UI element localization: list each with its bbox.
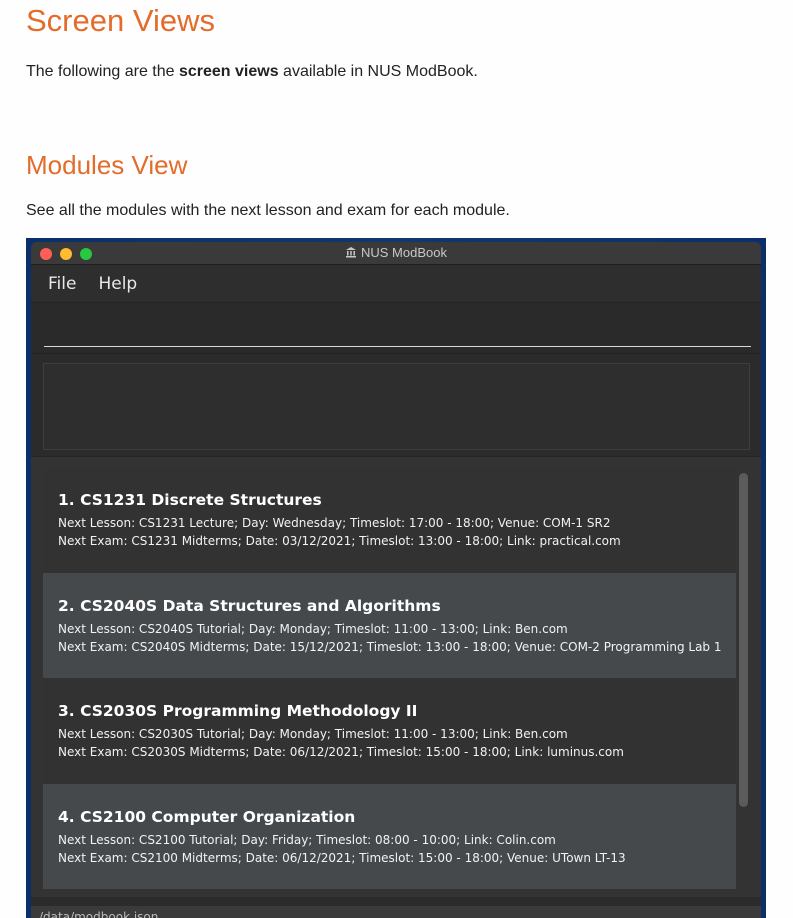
menu-help[interactable]: Help <box>95 272 140 296</box>
module-title: 3. CS2030S Programming Methodology II <box>58 702 418 720</box>
module-card[interactable]: 3. CS2030S Programming Methodology II Ne… <box>43 678 736 784</box>
app-window: NUS ModBook File Help 1. CS1231 Discrete… <box>31 242 761 918</box>
module-card[interactable]: 1. CS1231 Discrete Structures Next Lesso… <box>43 467 736 573</box>
module-card[interactable]: 2. CS2040S Data Structures and Algorithm… <box>43 572 736 678</box>
next-lesson: Next Lesson: CS2100 Tutorial; Day: Frida… <box>58 832 556 847</box>
module-list-panel: 1. CS1231 Discrete Structures Next Lesso… <box>31 456 761 897</box>
section-description: See all the modules with the next lesson… <box>26 202 510 219</box>
status-bar: /data/modbook.json <box>31 906 761 918</box>
next-lesson: Next Lesson: CS2040S Tutorial; Day: Mond… <box>58 621 568 636</box>
intro-text: The following are the screen views avail… <box>26 63 478 80</box>
command-box <box>31 303 761 354</box>
page-title: Screen Views <box>26 3 215 38</box>
command-input[interactable] <box>44 313 751 347</box>
bank-icon <box>345 246 357 261</box>
next-exam: Next Exam: CS1231 Midterms; Date: 03/12/… <box>58 534 621 548</box>
result-display <box>43 363 750 450</box>
module-list: 1. CS1231 Discrete Structures Next Lesso… <box>43 467 736 889</box>
module-title: 1. CS1231 Discrete Structures <box>58 491 322 509</box>
section-title: Modules View <box>26 150 188 180</box>
next-exam: Next Exam: CS2030S Midterms; Date: 06/12… <box>58 745 624 759</box>
menu-bar: File Help <box>31 265 761 303</box>
title-bar: NUS ModBook <box>31 242 761 265</box>
module-card[interactable]: 4. CS2100 Computer Organization Next Les… <box>43 783 736 889</box>
next-lesson: Next Lesson: CS2030S Tutorial; Day: Mond… <box>58 727 568 741</box>
window-title: NUS ModBook <box>361 245 447 260</box>
module-title: 4. CS2100 Computer Organization <box>58 807 356 826</box>
module-title: 2. CS2040S Data Structures and Algorithm… <box>58 596 441 615</box>
next-lesson: Next Lesson: CS1231 Lecture; Day: Wednes… <box>58 516 611 530</box>
next-exam: Next Exam: CS2040S Midterms; Date: 15/12… <box>58 639 722 654</box>
menu-file[interactable]: File <box>45 272 79 296</box>
list-scrollbar[interactable] <box>739 473 748 807</box>
screenshot-frame: NUS ModBook File Help 1. CS1231 Discrete… <box>26 238 766 918</box>
next-exam: Next Exam: CS2100 Midterms; Date: 06/12/… <box>58 850 626 865</box>
